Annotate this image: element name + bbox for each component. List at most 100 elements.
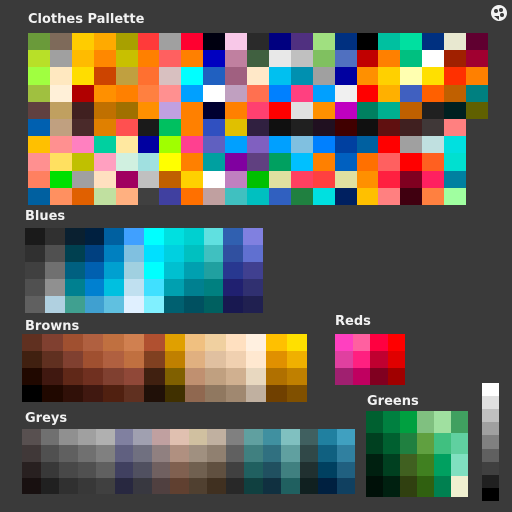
color-swatch[interactable] (71, 84, 94, 102)
color-swatch[interactable] (93, 153, 116, 171)
color-swatch[interactable] (482, 448, 499, 462)
color-swatch[interactable] (159, 153, 182, 171)
color-swatch[interactable] (205, 334, 226, 351)
color-swatch[interactable] (356, 119, 379, 137)
color-swatch[interactable] (400, 67, 423, 85)
color-swatch[interactable] (266, 351, 287, 368)
color-swatch[interactable] (444, 187, 467, 205)
color-swatch[interactable] (151, 461, 170, 478)
color-swatch[interactable] (188, 461, 207, 478)
color-swatch[interactable] (49, 33, 72, 51)
color-swatch[interactable] (247, 153, 269, 171)
color-swatch[interactable] (104, 228, 125, 245)
color-swatch[interactable] (203, 136, 226, 154)
color-swatch[interactable] (207, 461, 226, 478)
color-swatch[interactable] (434, 432, 451, 454)
color-swatch[interactable] (334, 101, 357, 119)
color-swatch[interactable] (181, 101, 204, 119)
color-swatch[interactable] (93, 136, 116, 154)
color-swatch[interactable] (133, 429, 152, 446)
color-swatch[interactable] (203, 67, 226, 85)
color-swatch[interactable] (25, 279, 45, 296)
color-swatch[interactable] (262, 445, 281, 462)
color-swatch[interactable] (93, 119, 116, 137)
color-swatch[interactable] (356, 170, 379, 188)
color-swatch[interactable] (137, 170, 160, 188)
color-swatch[interactable] (268, 136, 291, 154)
color-swatch[interactable] (203, 245, 224, 262)
color-swatch[interactable] (247, 187, 269, 205)
color-swatch[interactable] (268, 119, 291, 137)
color-swatch[interactable] (103, 334, 124, 351)
color-swatch[interactable] (466, 153, 488, 170)
color-swatch[interactable] (22, 477, 41, 494)
color-swatch[interactable] (312, 33, 335, 51)
color-swatch[interactable] (159, 67, 182, 85)
color-swatch[interactable] (417, 454, 434, 476)
color-swatch[interactable] (299, 461, 318, 478)
color-swatch[interactable] (207, 477, 226, 494)
color-swatch[interactable] (164, 334, 185, 351)
color-swatch[interactable] (268, 170, 291, 188)
color-swatch[interactable] (245, 385, 267, 402)
color-swatch[interactable] (42, 385, 63, 402)
color-swatch[interactable] (482, 422, 499, 436)
color-swatch[interactable] (370, 351, 388, 368)
color-swatch[interactable] (286, 368, 307, 385)
color-swatch[interactable] (422, 67, 445, 85)
color-swatch[interactable] (312, 101, 335, 119)
color-swatch[interactable] (170, 477, 189, 494)
color-swatch[interactable] (144, 245, 164, 262)
color-swatch[interactable] (290, 84, 313, 102)
color-swatch[interactable] (334, 136, 357, 154)
color-swatch[interactable] (49, 187, 72, 205)
color-swatch[interactable] (400, 187, 423, 205)
color-swatch[interactable] (163, 228, 184, 245)
color-swatch[interactable] (352, 351, 370, 368)
color-swatch[interactable] (137, 33, 160, 51)
color-swatch[interactable] (299, 445, 318, 462)
color-swatch[interactable] (49, 50, 72, 68)
color-swatch[interactable] (124, 245, 144, 262)
color-swatch[interactable] (151, 429, 170, 446)
color-swatch[interactable] (159, 136, 182, 154)
color-swatch[interactable] (422, 136, 445, 154)
color-swatch[interactable] (64, 296, 85, 313)
color-swatch[interactable] (137, 67, 160, 85)
color-swatch[interactable] (378, 136, 401, 154)
color-swatch[interactable] (71, 153, 94, 171)
color-swatch[interactable] (482, 383, 499, 397)
color-swatch[interactable] (71, 170, 94, 188)
color-swatch[interactable] (71, 50, 94, 68)
color-swatch[interactable] (482, 409, 499, 423)
color-swatch[interactable] (77, 429, 96, 446)
color-swatch[interactable] (482, 396, 499, 410)
color-swatch[interactable] (77, 461, 96, 478)
color-swatch[interactable] (225, 170, 248, 188)
color-swatch[interactable] (266, 385, 287, 402)
color-swatch[interactable] (225, 368, 246, 385)
color-swatch[interactable] (247, 84, 269, 102)
color-swatch[interactable] (93, 187, 116, 205)
color-swatch[interactable] (451, 454, 468, 476)
color-swatch[interactable] (444, 153, 467, 171)
color-swatch[interactable] (22, 368, 43, 385)
color-swatch[interactable] (225, 33, 248, 51)
color-swatch[interactable] (336, 445, 355, 462)
color-swatch[interactable] (207, 429, 226, 446)
color-swatch[interactable] (318, 461, 337, 478)
color-swatch[interactable] (84, 296, 105, 313)
color-swatch[interactable] (164, 385, 185, 402)
color-swatch[interactable] (223, 228, 244, 245)
color-swatch[interactable] (144, 279, 164, 296)
color-swatch[interactable] (400, 136, 423, 154)
color-swatch[interactable] (144, 385, 165, 402)
color-swatch[interactable] (114, 461, 133, 478)
color-swatch[interactable] (466, 119, 488, 136)
color-swatch[interactable] (245, 334, 267, 351)
color-swatch[interactable] (444, 136, 467, 154)
color-swatch[interactable] (225, 187, 248, 205)
color-swatch[interactable] (225, 385, 246, 402)
color-swatch[interactable] (444, 101, 467, 119)
color-swatch[interactable] (62, 334, 84, 351)
